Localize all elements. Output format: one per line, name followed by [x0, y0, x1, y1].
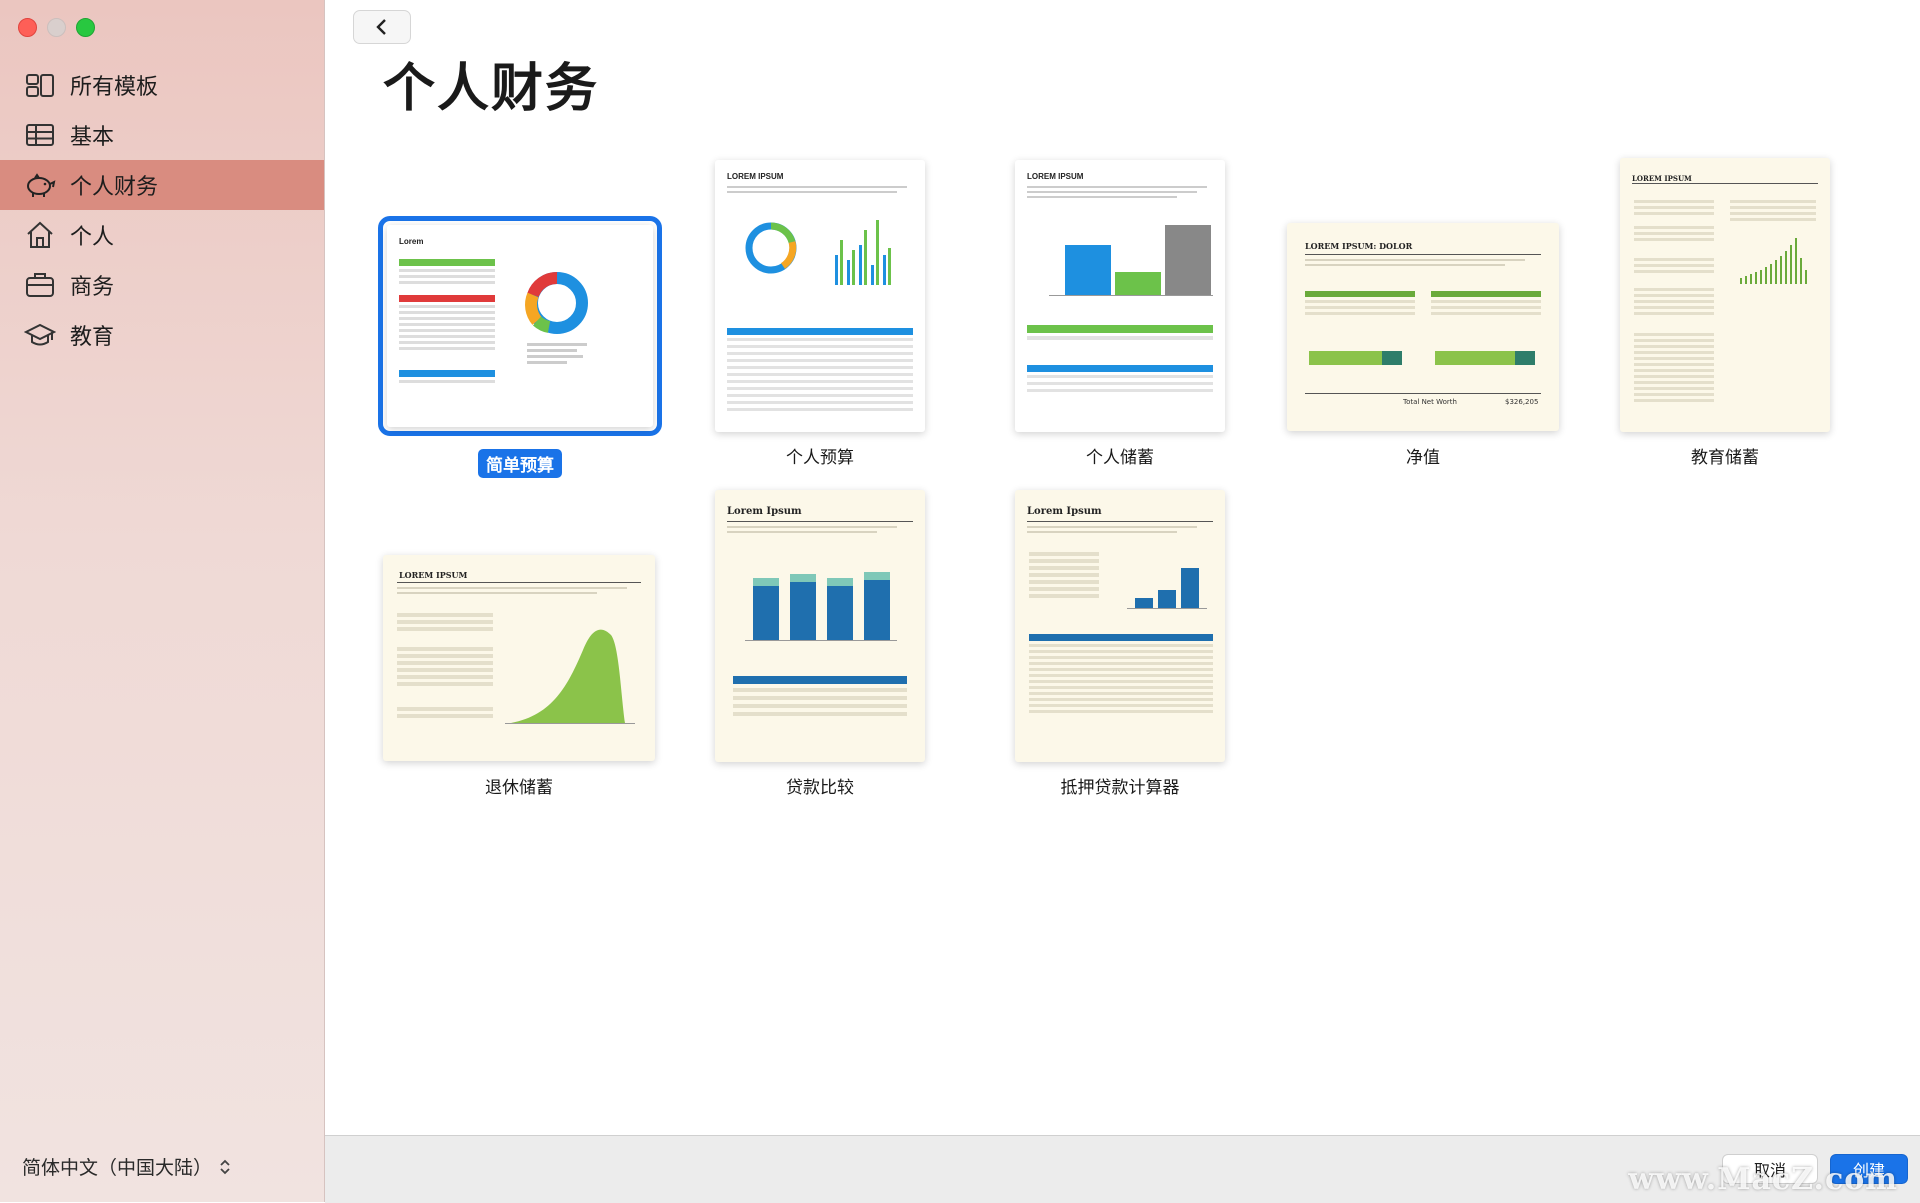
preview-graphic — [397, 582, 641, 724]
briefcase-icon — [26, 273, 54, 297]
template-chooser: 个人财务 Lorem 简单预算 LOREM IPSUM 个人预算 LOREM I… — [325, 0, 1920, 1135]
all-templates-icon — [26, 74, 54, 97]
template-thumbnail-net-worth[interactable]: LOREM IPSUM: DOLOR Total Net Worth $326,… — [1287, 223, 1559, 431]
graduation-cap-icon — [24, 323, 56, 346]
template-label[interactable]: 个人预算 — [786, 443, 854, 468]
page-title: 个人财务 — [383, 59, 600, 119]
language-selector[interactable]: 简体中文（中国大陆） — [22, 1153, 232, 1180]
close-window-button[interactable] — [18, 18, 37, 37]
sidebar-item-education[interactable]: 教育 — [0, 310, 324, 360]
sidebar-item-business[interactable]: 商务 — [0, 260, 324, 310]
category-list: 所有模板 基本 个人财务 个人 商务 教育 — [0, 60, 324, 360]
sidebar-item-basic[interactable]: 基本 — [0, 110, 324, 160]
sidebar-item-label: 教育 — [70, 325, 115, 350]
preview-graphic — [1027, 521, 1213, 713]
template-label[interactable]: 简单预算 — [478, 449, 562, 478]
sidebar-item-label: 个人 — [70, 225, 115, 250]
language-label: 简体中文（中国大陆） — [22, 1157, 213, 1179]
preview-graphic — [399, 259, 588, 383]
preview-value: $326,205 — [1505, 398, 1539, 406]
template-thumbnail-simple-budget[interactable]: Lorem — [387, 225, 653, 427]
table-icon — [26, 124, 54, 146]
template-label[interactable]: 教育储蓄 — [1691, 443, 1759, 468]
preview-graphic — [1027, 186, 1213, 392]
template-label[interactable]: 贷款比较 — [786, 773, 854, 798]
template-label[interactable]: 退休储蓄 — [485, 773, 553, 798]
template-label[interactable]: 净值 — [1406, 443, 1440, 468]
piggy-bank-icon — [27, 173, 56, 197]
sidebar-item-label: 基本 — [70, 125, 115, 150]
home-icon — [27, 221, 53, 248]
template-thumbnail-loan-comparison[interactable]: Lorem Ipsum — [715, 490, 925, 762]
sidebar-item-all-templates[interactable]: 所有模板 — [0, 60, 324, 110]
template-label[interactable]: 抵押贷款计算器 — [1061, 773, 1180, 798]
preview-graphic — [727, 521, 913, 716]
chevron-up-down-icon — [220, 1159, 230, 1174]
preview-footer: Total Net Worth — [1403, 398, 1457, 406]
sidebar-item-personal[interactable]: 个人 — [0, 210, 324, 260]
minimize-window-button[interactable] — [47, 18, 66, 37]
watermark: www.MacZ.com — [1628, 1162, 1898, 1197]
template-thumbnail-mortgage-calculator[interactable]: Lorem Ipsum — [1015, 490, 1225, 762]
template-label[interactable]: 个人储蓄 — [1086, 443, 1154, 468]
sidebar-item-label: 所有模板 — [70, 75, 159, 100]
sidebar: 所有模板 基本 个人财务 个人 商务 教育 简体中文（中国大陆） — [0, 0, 325, 1202]
window-controls — [18, 18, 95, 37]
preview-graphic — [1632, 183, 1818, 402]
template-thumbnail-personal-savings[interactable]: LOREM IPSUM — [1015, 160, 1225, 432]
chevron-left-icon — [376, 19, 386, 35]
preview-graphic — [727, 186, 913, 411]
template-thumbnail-retirement-savings[interactable]: LOREM IPSUM — [383, 555, 655, 761]
template-thumbnail-personal-budget[interactable]: LOREM IPSUM — [715, 160, 925, 432]
zoom-window-button[interactable] — [76, 18, 95, 37]
template-thumbnail-education-savings[interactable]: LOREM IPSUM — [1620, 158, 1830, 432]
footer-bar: 取消 创建 www.MacZ.com — [325, 1135, 1920, 1203]
back-button[interactable] — [353, 10, 411, 44]
sidebar-item-label: 个人财务 — [70, 175, 159, 200]
sidebar-item-personal-finance[interactable]: 个人财务 — [0, 160, 324, 210]
sidebar-item-label: 商务 — [70, 275, 115, 300]
